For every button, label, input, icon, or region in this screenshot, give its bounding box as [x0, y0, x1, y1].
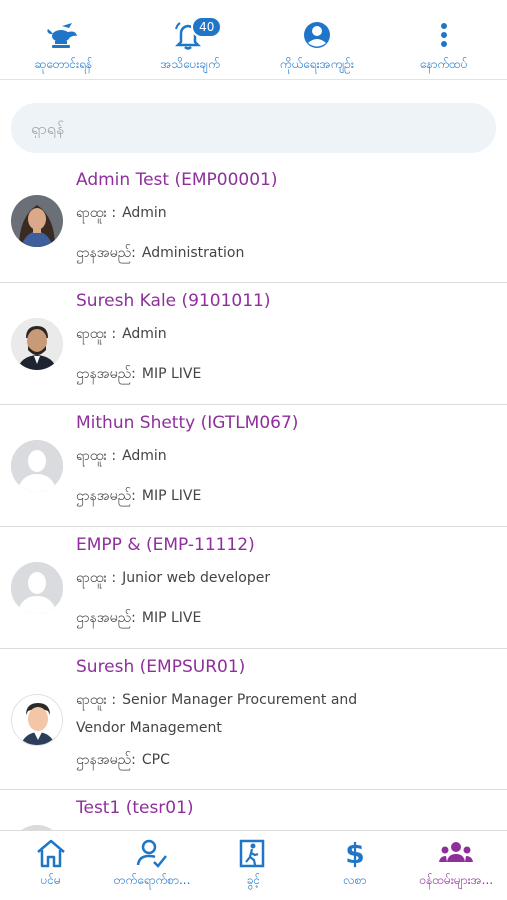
employee-row[interactable]: Suresh (EMPSUR01) ရာထူး : Senior Manager …: [0, 649, 507, 790]
employee-row[interactable]: Mithun Shetty (IGTLM067) ရာထူး : Admin ဌာ…: [0, 405, 507, 527]
employee-position: ရာထူး : Admin: [76, 446, 495, 466]
avatar-placeholder: [11, 440, 63, 492]
employee-position-continued: Vendor Management: [76, 720, 222, 736]
bottom-tab-home[interactable]: ပင်မ: [1, 837, 101, 890]
position-value: Admin: [122, 448, 167, 464]
department-value: MIP LIVE: [141, 366, 202, 382]
nav-prayer[interactable]: ဆုတောင်းရန်: [3, 18, 123, 74]
leave-exit-icon: [237, 837, 269, 869]
nav-more-label: နောက်ထပ်: [419, 57, 468, 71]
avatar: [11, 195, 63, 247]
employee-row[interactable]: EMPP & (EMP-11112) ရာထူး : Junior web dev…: [0, 527, 507, 649]
svg-text:$: $: [345, 837, 364, 869]
more-vertical-icon: [439, 18, 449, 52]
bell-icon: 40: [173, 16, 223, 52]
employee-position: ရာထူး : Admin: [76, 324, 495, 344]
employee-department: ဌာနအမည်: MIP LIVE: [76, 486, 495, 506]
department-value: MIP LIVE: [141, 610, 202, 626]
employee-position: ရာထူး : Senior Manager Procurement and: [76, 690, 495, 710]
position-value: Senior Manager Procurement and: [122, 692, 358, 708]
bottom-tab-leave[interactable]: ခွင့်: [203, 837, 303, 890]
employee-list: Admin Test (EMP00001) ရာထူး : Admin ဌာနအမ…: [0, 162, 507, 830]
department-label: ဌာနအမည်:: [76, 610, 136, 626]
department-value: MIP LIVE: [141, 488, 202, 504]
nav-profile[interactable]: ကိုယ်ရေးအကျဉ်း: [257, 18, 377, 74]
employee-row[interactable]: Admin Test (EMP00001) ရာထူး : Admin ဌာနအမ…: [0, 162, 507, 283]
bottom-nav: ပင်မ တက်ရောက်စာ... ခွင့် $ လစာ ဝန်ထမ်းမျ…: [0, 830, 507, 900]
nav-prayer-label: ဆုတောင်းရန်: [34, 57, 93, 71]
nav-more[interactable]: နောက်ထပ်: [384, 18, 504, 74]
employee-department: ဌာနအမည်: CPC: [76, 750, 495, 770]
position-label: ရာထူး :: [76, 448, 117, 464]
nav-profile-label: ကိုယ်ရေးအကျဉ်း: [279, 57, 354, 71]
employee-department: ဌာနအမည်: MIP LIVE: [76, 608, 495, 628]
employee-department: ဌာနအမည်: Administration: [76, 243, 495, 263]
position-label: ရာထူး :: [76, 205, 117, 221]
department-label: ဌာနအမည်:: [76, 366, 136, 382]
department-label: ဌာနအမည်:: [76, 245, 136, 261]
employee-name: EMPP & (EMP-11112): [76, 535, 255, 555]
avatar-placeholder: [11, 562, 63, 614]
people-icon: [438, 837, 474, 869]
position-label: ရာထူး :: [76, 326, 117, 342]
position-value: Admin: [122, 326, 167, 342]
dollar-icon: $: [343, 837, 367, 869]
search-bar: [11, 103, 496, 153]
department-value: CPC: [141, 752, 170, 768]
department-label: ဌာနအမည်:: [76, 488, 136, 504]
bottom-tab-employees-label: ဝန်ထမ်းများအ...: [419, 873, 494, 887]
bottom-tab-leave-label: ခွင့်: [246, 873, 261, 887]
employee-row[interactable]: Test1 (tesr01): [0, 790, 507, 830]
position-label: ရာထူး :: [76, 570, 117, 586]
home-icon: [35, 837, 67, 869]
nav-notifications-label: အသိပေးချက်: [160, 57, 220, 71]
teapot-lamp-icon: [46, 18, 80, 52]
position-value: Admin: [122, 205, 167, 221]
position-label: ရာထူး :: [76, 692, 117, 708]
bottom-tab-attendance[interactable]: တက်ရောက်စာ...: [102, 837, 202, 890]
position-value: Junior web developer: [122, 570, 271, 586]
avatar: [11, 694, 63, 746]
account-circle-icon: [302, 18, 332, 52]
bottom-tab-salary[interactable]: $ လစာ: [305, 837, 405, 890]
bottom-tab-salary-label: လစာ: [343, 873, 367, 887]
search-input[interactable]: [31, 118, 496, 138]
employee-name: Suresh Kale (9101011): [76, 291, 271, 311]
employee-name: Mithun Shetty (IGTLM067): [76, 413, 299, 433]
employee-name: Test1 (tesr01): [76, 798, 194, 818]
employee-position: ရာထူး : Admin: [76, 203, 495, 223]
bottom-tab-employees[interactable]: ဝန်ထမ်းများအ...: [406, 837, 506, 890]
employee-name: Suresh (EMPSUR01): [76, 657, 246, 677]
department-label: ဌာနအမည်:: [76, 752, 136, 768]
notification-badge: 40: [191, 16, 223, 38]
employee-name: Admin Test (EMP00001): [76, 170, 278, 190]
top-nav: ဆုတောင်းရန် 40 အသိပေးချက် ကိုယ်ရေးအကျဉ်း: [0, 0, 507, 80]
nav-notifications[interactable]: 40 အသိပေးချက်: [130, 16, 250, 74]
employee-department: ဌာနအမည်: MIP LIVE: [76, 364, 495, 384]
employee-position: ရာထူး : Junior web developer: [76, 568, 495, 588]
bottom-tab-attendance-label: တက်ရောက်စာ...: [113, 873, 191, 887]
avatar: [11, 318, 63, 370]
department-value: Administration: [141, 245, 245, 261]
bottom-tab-home-label: ပင်မ: [40, 873, 61, 887]
employee-row[interactable]: Suresh Kale (9101011) ရာထူး : Admin ဌာနအမ…: [0, 283, 507, 405]
attendance-icon: [136, 837, 168, 869]
